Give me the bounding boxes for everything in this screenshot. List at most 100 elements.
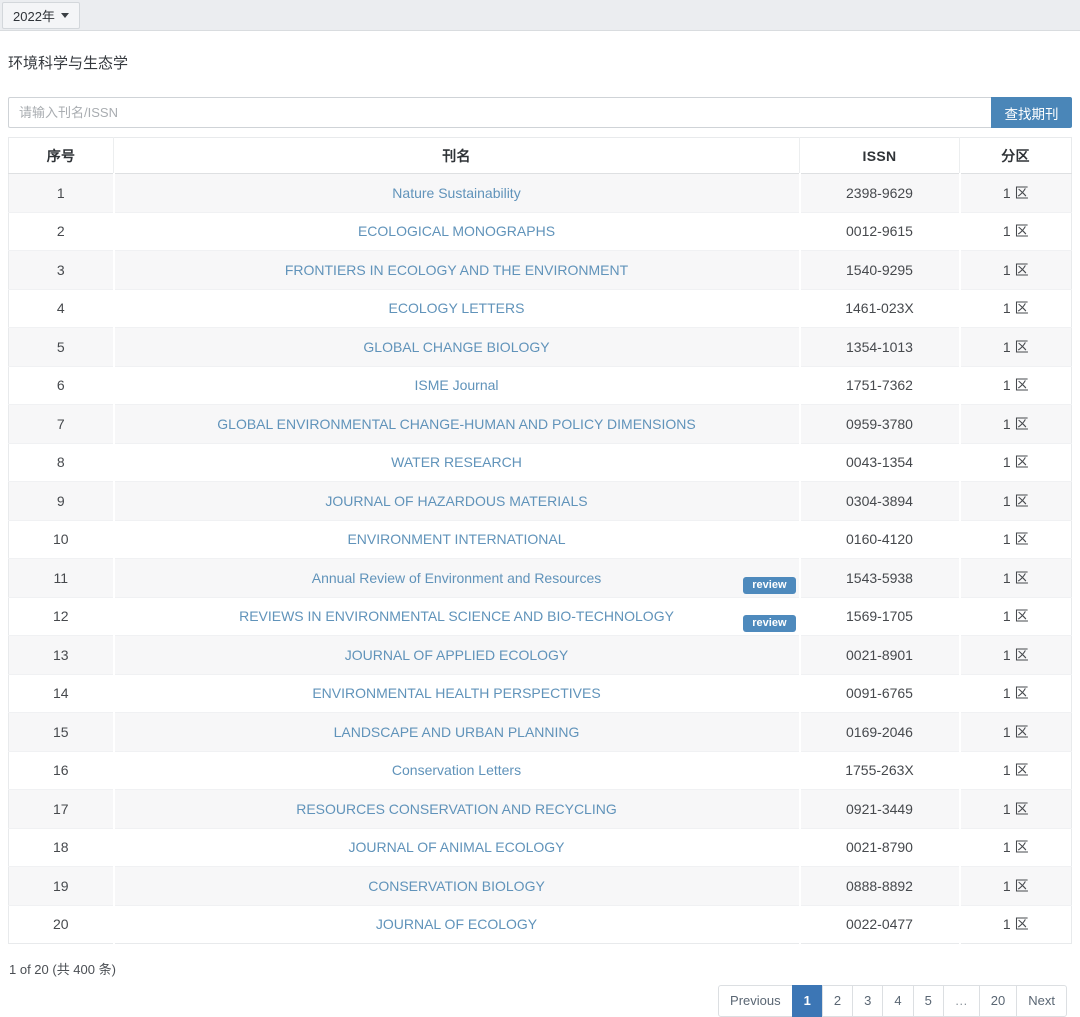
journal-link[interactable]: GLOBAL ENVIRONMENTAL CHANGE-HUMAN AND PO…: [217, 416, 695, 432]
row-zone: 1 区: [960, 405, 1072, 444]
row-index: 2: [9, 212, 114, 251]
row-issn: 1543-5938: [800, 559, 960, 598]
pagination-button: …: [943, 985, 980, 1017]
row-name-cell: WATER RESEARCH: [114, 443, 800, 482]
row-index: 9: [9, 482, 114, 521]
row-zone: 1 区: [960, 828, 1072, 867]
row-index: 17: [9, 790, 114, 829]
row-index: 4: [9, 289, 114, 328]
journal-link[interactable]: REVIEWS IN ENVIRONMENTAL SCIENCE AND BIO…: [239, 608, 674, 624]
row-zone: 1 区: [960, 174, 1072, 213]
table-row: 7 GLOBAL ENVIRONMENTAL CHANGE-HUMAN AND …: [9, 405, 1072, 444]
row-issn: 1354-1013: [800, 328, 960, 367]
row-name-cell: Conservation Letters: [114, 751, 800, 790]
row-issn: 0021-8901: [800, 636, 960, 675]
journal-link[interactable]: FRONTIERS IN ECOLOGY AND THE ENVIRONMENT: [285, 262, 628, 278]
row-zone: 1 区: [960, 597, 1072, 636]
table-row: 9 JOURNAL OF HAZARDOUS MATERIALS 0304-38…: [9, 482, 1072, 521]
row-name-cell: JOURNAL OF ANIMAL ECOLOGY: [114, 828, 800, 867]
journal-link[interactable]: ECOLOGY LETTERS: [389, 300, 525, 316]
table-row: 2 ECOLOGICAL MONOGRAPHS 0012-9615 1 区: [9, 212, 1072, 251]
table-row: 18 JOURNAL OF ANIMAL ECOLOGY 0021-8790 1…: [9, 828, 1072, 867]
row-name-cell: ECOLOGY LETTERS: [114, 289, 800, 328]
row-index: 20: [9, 905, 114, 944]
journal-link[interactable]: GLOBAL CHANGE BIOLOGY: [363, 339, 549, 355]
row-index: 14: [9, 674, 114, 713]
journal-link[interactable]: ENVIRONMENT INTERNATIONAL: [347, 531, 565, 547]
row-index: 16: [9, 751, 114, 790]
row-name-cell: LANDSCAPE AND URBAN PLANNING: [114, 713, 800, 752]
table-row: 4 ECOLOGY LETTERS 1461-023X 1 区: [9, 289, 1072, 328]
header-zone: 分区: [960, 138, 1072, 174]
row-name-cell: ENVIRONMENTAL HEALTH PERSPECTIVES: [114, 674, 800, 713]
row-name-cell: ENVIRONMENT INTERNATIONAL: [114, 520, 800, 559]
pagination-button[interactable]: Previous: [718, 985, 793, 1017]
row-zone: 1 区: [960, 790, 1072, 829]
row-name-cell: ISME Journal: [114, 366, 800, 405]
row-name-cell: CONSERVATION BIOLOGY: [114, 867, 800, 906]
row-index: 6: [9, 366, 114, 405]
pagination-button[interactable]: 20: [979, 985, 1017, 1017]
row-name-cell: JOURNAL OF HAZARDOUS MATERIALS: [114, 482, 800, 521]
table-row: 14 ENVIRONMENTAL HEALTH PERSPECTIVES 009…: [9, 674, 1072, 713]
table-row: 8 WATER RESEARCH 0043-1354 1 区: [9, 443, 1072, 482]
journal-link[interactable]: WATER RESEARCH: [391, 454, 522, 470]
caret-down-icon: [61, 13, 69, 18]
pagination-button[interactable]: 1: [792, 985, 823, 1017]
row-zone: 1 区: [960, 482, 1072, 521]
header-name: 刊名: [114, 138, 800, 174]
journal-table-header: 序号 刊名 ISSN 分区: [9, 138, 1072, 174]
row-zone: 1 区: [960, 212, 1072, 251]
row-name-cell: JOURNAL OF ECOLOGY: [114, 905, 800, 944]
row-zone: 1 区: [960, 867, 1072, 906]
journal-link[interactable]: ECOLOGICAL MONOGRAPHS: [358, 223, 555, 239]
review-badge: review: [743, 577, 795, 594]
journal-link[interactable]: Nature Sustainability: [392, 185, 520, 201]
journal-link[interactable]: ISME Journal: [414, 377, 498, 393]
row-issn: 1569-1705: [800, 597, 960, 636]
journal-link[interactable]: JOURNAL OF APPLIED ECOLOGY: [345, 647, 569, 663]
row-issn: 1540-9295: [800, 251, 960, 290]
row-name-cell: REVIEWS IN ENVIRONMENTAL SCIENCE AND BIO…: [114, 597, 800, 636]
row-zone: 1 区: [960, 251, 1072, 290]
row-zone: 1 区: [960, 713, 1072, 752]
journal-link[interactable]: RESOURCES CONSERVATION AND RECYCLING: [296, 801, 617, 817]
row-issn: 0160-4120: [800, 520, 960, 559]
pagination-button[interactable]: 2: [822, 985, 853, 1017]
row-zone: 1 区: [960, 520, 1072, 559]
journal-link[interactable]: JOURNAL OF HAZARDOUS MATERIALS: [325, 493, 587, 509]
pagination-button[interactable]: Next: [1016, 985, 1067, 1017]
table-row: 15 LANDSCAPE AND URBAN PLANNING 0169-204…: [9, 713, 1072, 752]
row-zone: 1 区: [960, 328, 1072, 367]
row-issn: 1461-023X: [800, 289, 960, 328]
pagination-button[interactable]: 3: [852, 985, 883, 1017]
search-button[interactable]: 查找期刊: [991, 97, 1072, 128]
result-summary: 1 of 20 (共 400 条): [8, 959, 1072, 978]
top-bar: 2022年: [0, 0, 1080, 31]
row-issn: 0022-0477: [800, 905, 960, 944]
journal-link[interactable]: Annual Review of Environment and Resourc…: [312, 570, 602, 586]
pagination-button[interactable]: 4: [882, 985, 913, 1017]
year-dropdown-button[interactable]: 2022年: [2, 2, 80, 29]
search-bar: 查找期刊: [8, 97, 1072, 128]
journal-link[interactable]: JOURNAL OF ANIMAL ECOLOGY: [348, 839, 564, 855]
row-index: 18: [9, 828, 114, 867]
row-index: 13: [9, 636, 114, 675]
journal-link[interactable]: JOURNAL OF ECOLOGY: [376, 916, 537, 932]
journal-link[interactable]: LANDSCAPE AND URBAN PLANNING: [334, 724, 580, 740]
table-row: 5 GLOBAL CHANGE BIOLOGY 1354-1013 1 区: [9, 328, 1072, 367]
year-dropdown-label: 2022年: [13, 6, 55, 25]
pagination: Previous12345…20Next: [718, 985, 1067, 1017]
journal-link[interactable]: ENVIRONMENTAL HEALTH PERSPECTIVES: [312, 685, 600, 701]
row-name-cell: ECOLOGICAL MONOGRAPHS: [114, 212, 800, 251]
journal-link[interactable]: CONSERVATION BIOLOGY: [368, 878, 545, 894]
journal-link[interactable]: Conservation Letters: [392, 762, 521, 778]
row-index: 12: [9, 597, 114, 636]
search-input[interactable]: [8, 97, 991, 128]
pagination-button[interactable]: 5: [913, 985, 944, 1017]
row-issn: 1751-7362: [800, 366, 960, 405]
row-issn: 0091-6765: [800, 674, 960, 713]
table-row: 10 ENVIRONMENT INTERNATIONAL 0160-4120 1…: [9, 520, 1072, 559]
row-issn: 2398-9629: [800, 174, 960, 213]
journal-table: 序号 刊名 ISSN 分区 1 Nature Sustainability 23…: [8, 137, 1072, 944]
